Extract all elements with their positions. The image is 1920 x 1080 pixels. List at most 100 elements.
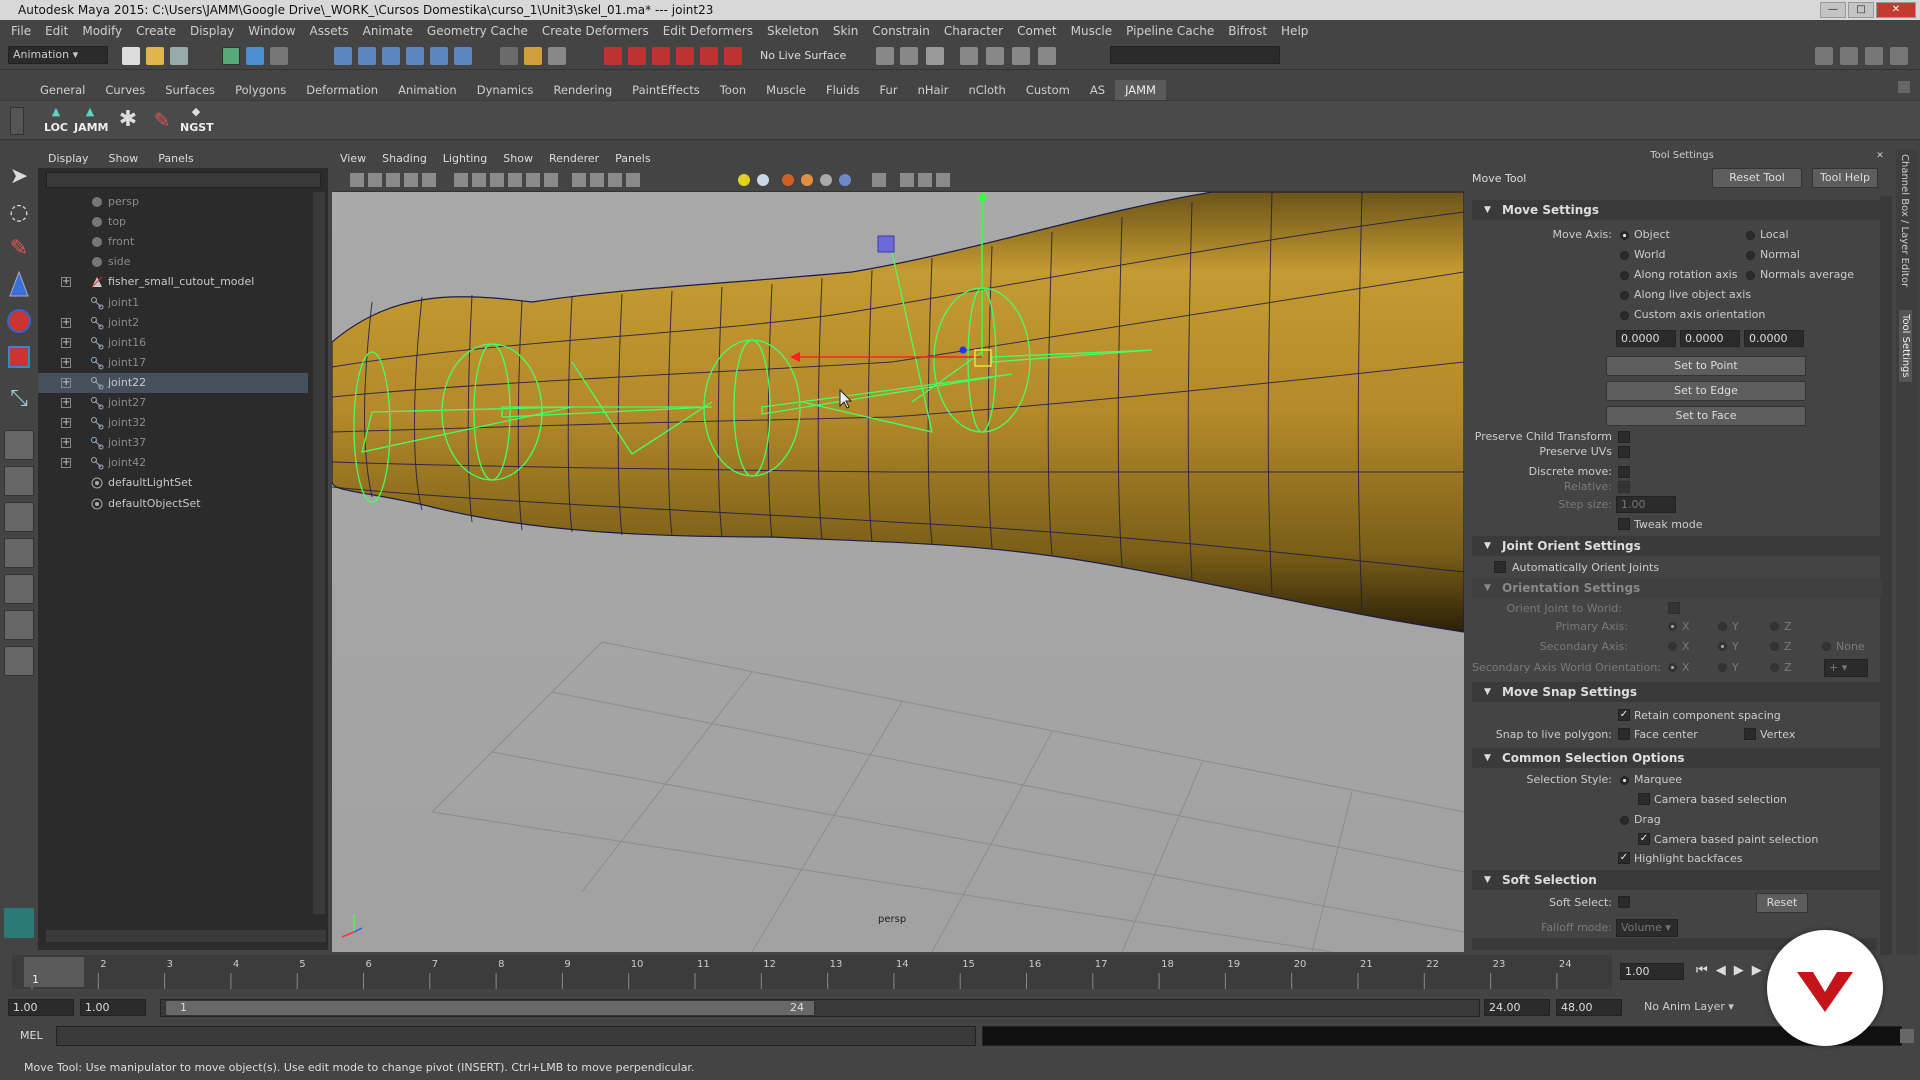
- shelf-tab-deformation[interactable]: Deformation: [296, 80, 388, 100]
- secondary-none-radio[interactable]: [1822, 642, 1831, 651]
- shelf-tab-nhair[interactable]: nHair: [908, 80, 959, 100]
- menu-edit-deformers[interactable]: Edit Deformers: [656, 24, 760, 38]
- script-editor-icon[interactable]: [1900, 1029, 1914, 1043]
- menu-window[interactable]: Window: [241, 24, 302, 38]
- axis-normals-average-radio[interactable]: [1746, 271, 1755, 280]
- axis-custom-radio[interactable]: [1620, 311, 1629, 320]
- current-time-field[interactable]: 1.00: [1620, 963, 1684, 980]
- close-panel-icon[interactable]: ✕: [1872, 151, 1888, 161]
- outliner-item[interactable]: defaultLightSet: [38, 473, 308, 493]
- soft-select-checkbox[interactable]: [1618, 896, 1630, 908]
- tool-help-button[interactable]: Tool Help: [1812, 168, 1878, 188]
- outliner-item[interactable]: side: [38, 252, 308, 272]
- axis-object-radio[interactable]: [1620, 231, 1629, 240]
- custom-axis-y-field[interactable]: 0.0000: [1680, 330, 1740, 347]
- playback-end-field[interactable]: 24.00: [1484, 999, 1550, 1016]
- primary-y-radio[interactable]: [1718, 622, 1727, 631]
- world-sign-dropdown[interactable]: + ▾: [1824, 659, 1868, 677]
- shelf-tab-curves[interactable]: Curves: [95, 80, 155, 100]
- menu-skin[interactable]: Skin: [826, 24, 866, 38]
- shelf-options-icon[interactable]: [1898, 81, 1910, 93]
- shelf-tab-fluids[interactable]: Fluids: [816, 80, 870, 100]
- drag-radio[interactable]: [1620, 816, 1629, 825]
- shelf-button-ngst[interactable]: ◆ NGST: [180, 105, 214, 137]
- minimize-button[interactable]: —: [1820, 2, 1846, 18]
- layout-four-icon[interactable]: [4, 466, 34, 496]
- outliner-item[interactable]: joint1: [38, 293, 308, 313]
- expand-icon[interactable]: +: [61, 377, 71, 388]
- retain-spacing-checkbox[interactable]: ✓: [1618, 709, 1630, 721]
- pole-vector-locator[interactable]: [877, 235, 895, 253]
- menu-muscle[interactable]: Muscle: [1064, 24, 1120, 38]
- menu-file[interactable]: File: [4, 24, 38, 38]
- new-scene-icon[interactable]: [122, 47, 140, 65]
- custom-axis-z-field[interactable]: 0.0000: [1744, 330, 1804, 347]
- select-object-icon[interactable]: [246, 47, 264, 65]
- outliner-item[interactable]: + joint27: [38, 393, 308, 413]
- outliner-item[interactable]: defaultObjectSet: [38, 494, 308, 514]
- primary-x-radio[interactable]: [1668, 622, 1677, 631]
- shelf-tab-animation[interactable]: Animation: [388, 80, 467, 100]
- menu-skeleton[interactable]: Skeleton: [760, 24, 826, 38]
- menu-edit[interactable]: Edit: [38, 24, 75, 38]
- shelf-tab-as[interactable]: AS: [1080, 80, 1115, 100]
- move-tool-icon[interactable]: [4, 270, 34, 300]
- settings-icon[interactable]: [986, 47, 1004, 65]
- expand-icon[interactable]: +: [61, 418, 71, 429]
- soft-selection-header[interactable]: ▼ Soft Selection: [1472, 870, 1882, 890]
- lasso-tool-icon[interactable]: ◌: [4, 198, 34, 228]
- outliner-item[interactable]: persp: [38, 192, 308, 212]
- auto-orient-checkbox[interactable]: [1494, 561, 1506, 573]
- menu-constrain[interactable]: Constrain: [865, 24, 937, 38]
- shelf-tab-toon[interactable]: Toon: [710, 80, 756, 100]
- shelf-tab-jamm[interactable]: JAMM: [1115, 80, 1166, 100]
- set-to-point-button[interactable]: Set to Point: [1606, 356, 1806, 376]
- menu-animate[interactable]: Animate: [356, 24, 420, 38]
- outliner-item[interactable]: front: [38, 232, 308, 252]
- expand-icon[interactable]: +: [61, 398, 71, 408]
- outliner-item[interactable]: + joint42: [38, 453, 308, 473]
- snap-point-icon[interactable]: [382, 47, 400, 65]
- menu-create-deformers[interactable]: Create Deformers: [535, 24, 656, 38]
- clipboard-icon[interactable]: [926, 47, 944, 65]
- outliner-item[interactable]: + joint16: [38, 333, 308, 353]
- axis-normal-radio[interactable]: [1746, 251, 1755, 260]
- viewport-menu-lighting[interactable]: Lighting: [435, 150, 495, 168]
- layout-custom-icon[interactable]: [4, 646, 34, 676]
- lock-icon[interactable]: [524, 47, 542, 65]
- snap-curve-icon[interactable]: [358, 47, 376, 65]
- soft-reset-button[interactable]: Reset: [1756, 893, 1808, 913]
- open-scene-icon[interactable]: [146, 47, 164, 65]
- layout-single-icon[interactable]: [4, 430, 34, 460]
- shelf-tab-polygons[interactable]: Polygons: [225, 80, 296, 100]
- render-settings-icon[interactable]: [652, 47, 670, 65]
- preserve-uvs-checkbox[interactable]: [1618, 446, 1630, 458]
- menu-display[interactable]: Display: [183, 24, 241, 38]
- script-language-label[interactable]: MEL: [20, 1029, 43, 1042]
- attribute-editor-icon[interactable]: [1865, 47, 1883, 65]
- hypershade-icon[interactable]: [676, 47, 694, 65]
- shelf-tab-custom[interactable]: Custom: [1016, 80, 1080, 100]
- world-y-radio[interactable]: [1718, 663, 1727, 672]
- joint-orient-header[interactable]: ▼ Joint Orient Settings: [1472, 536, 1882, 556]
- shelf-button-loc[interactable]: ▲ LOC: [40, 105, 72, 137]
- close-button[interactable]: ✕: [1876, 2, 1916, 18]
- menu-help[interactable]: Help: [1274, 24, 1315, 38]
- outliner-item[interactable]: + joint22: [38, 372, 308, 393]
- orient-to-world-checkbox[interactable]: [1668, 602, 1680, 614]
- select-tool-icon[interactable]: ➤: [4, 162, 34, 192]
- shelf-tab-ncloth[interactable]: nCloth: [958, 80, 1015, 100]
- move-snap-header[interactable]: ▼ Move Snap Settings: [1472, 682, 1882, 702]
- menu-pipeline-cache[interactable]: Pipeline Cache: [1119, 24, 1221, 38]
- outliner-toggle-icon[interactable]: [1840, 47, 1858, 65]
- outliner-item[interactable]: + joint17: [38, 353, 308, 373]
- camera-icon[interactable]: [876, 47, 894, 65]
- menu-comet[interactable]: Comet: [1010, 24, 1064, 38]
- shelf-tab-muscle[interactable]: Muscle: [756, 80, 816, 100]
- expand-icon[interactable]: +: [61, 337, 71, 348]
- render-view-icon[interactable]: [700, 47, 718, 65]
- world-x-radio[interactable]: [1668, 663, 1677, 672]
- menu-assets[interactable]: Assets: [303, 24, 356, 38]
- paint-select-icon[interactable]: ✎: [4, 234, 34, 264]
- command-input[interactable]: [56, 1026, 976, 1046]
